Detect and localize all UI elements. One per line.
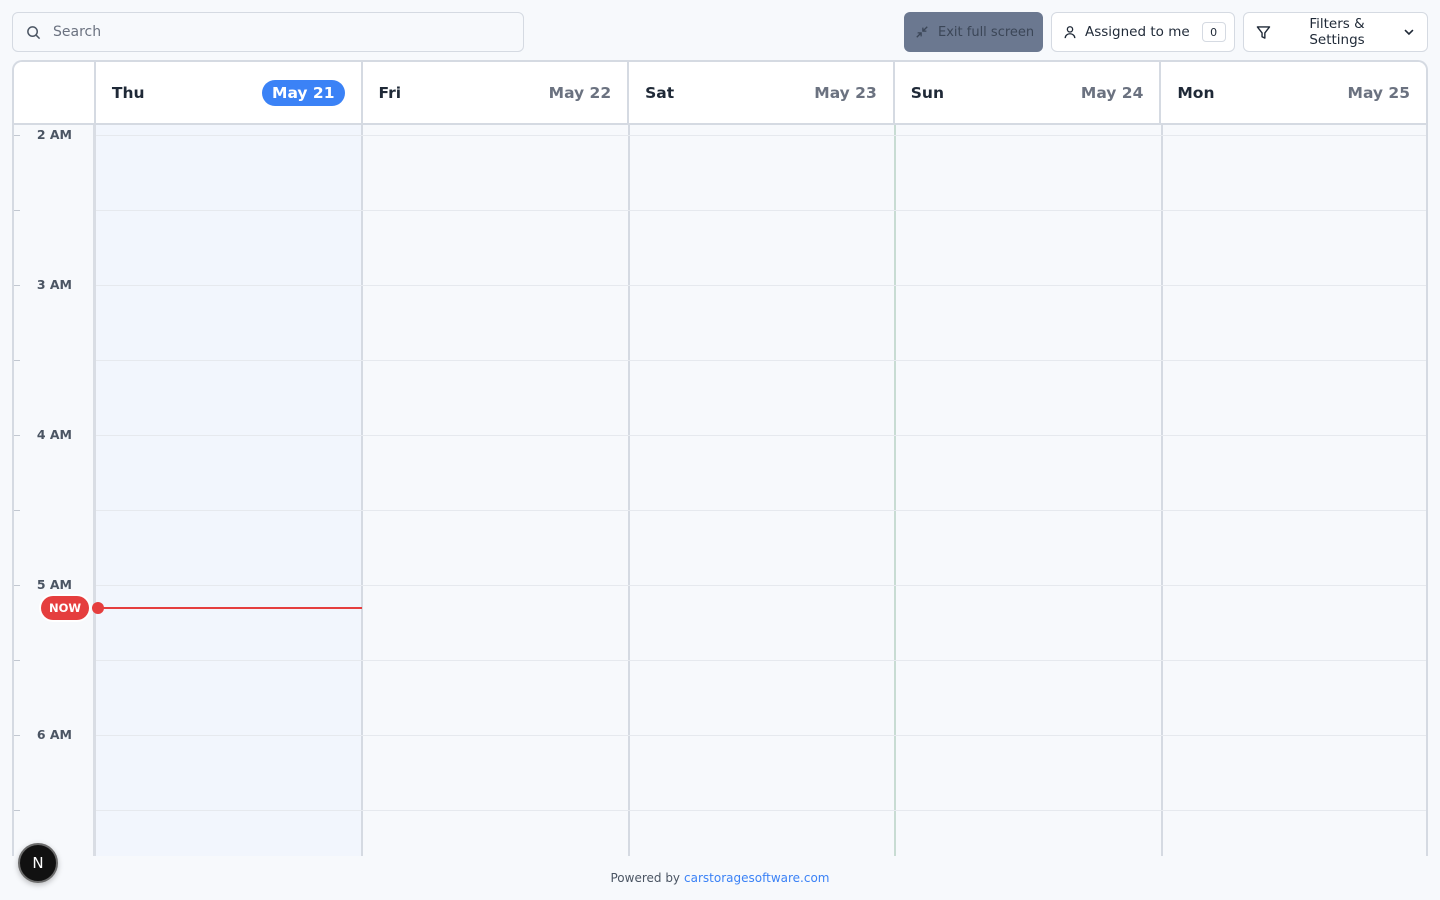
assigned-label: Assigned to me: [1085, 24, 1190, 40]
filters-settings-button[interactable]: Filters & Settings: [1243, 12, 1428, 52]
hour-label: 6 AM: [36, 727, 72, 742]
grid-tick: [14, 810, 20, 811]
footer: Powered by carstoragesoftware.com: [0, 856, 1440, 900]
hour-label: 5 AM: [36, 577, 72, 592]
day-header-2[interactable]: Sat May 23: [629, 62, 895, 123]
powered-by-text: Powered by: [610, 871, 681, 885]
day-column-4[interactable]: [1163, 125, 1426, 856]
chevron-down-icon: [1404, 29, 1414, 36]
hour-label: 3 AM: [36, 277, 72, 292]
grid-line: [96, 135, 1426, 136]
grid-tick: [14, 135, 20, 136]
filters-label: Filters & Settings: [1309, 16, 1365, 48]
day-name: Sat: [645, 83, 675, 102]
assigned-to-me-button[interactable]: Assigned to me 0: [1051, 12, 1235, 52]
assigned-count-badge: 0: [1201, 22, 1226, 42]
day-header-3[interactable]: Sun May 24: [895, 62, 1162, 123]
exit-fullscreen-button[interactable]: Exit full screen: [904, 12, 1043, 52]
user-icon: [1064, 26, 1076, 39]
day-column-3[interactable]: [896, 125, 1163, 856]
hour-label: 2 AM: [36, 127, 72, 142]
grid-line: [96, 360, 1426, 361]
day-name: Fri: [378, 83, 402, 102]
day-date: May 25: [1347, 83, 1410, 102]
grid-tick: [14, 435, 20, 436]
header-gutter: [14, 62, 96, 123]
grid-line: [96, 285, 1426, 286]
filter-icon: [1256, 25, 1271, 39]
now-indicator-dot: [92, 602, 104, 614]
calendar-header: Thu May 21 Fri May 22 Sat May 23 Sun May 24 Mon M…: [14, 62, 1426, 125]
search-input[interactable]: [53, 24, 493, 40]
grid-tick: [14, 210, 20, 211]
search-box[interactable]: [12, 12, 524, 52]
day-header-1[interactable]: Fri May 22: [363, 62, 630, 123]
grid-tick: [14, 735, 20, 736]
day-column-0[interactable]: [96, 125, 363, 856]
grid-line: [96, 735, 1426, 736]
grid-tick: [14, 360, 20, 361]
day-name: Mon: [1177, 83, 1215, 102]
grid-tick: [14, 285, 20, 286]
grid-line: [96, 660, 1426, 661]
day-header-4[interactable]: Mon May 25: [1161, 62, 1426, 123]
grid-line: [96, 435, 1426, 436]
grid-tick: [14, 660, 20, 661]
grid-line: [96, 585, 1426, 586]
day-date: May 24: [1080, 83, 1144, 102]
grid-line: [96, 810, 1426, 811]
powered-by-link[interactable]: carstoragesoftware.com: [684, 871, 829, 885]
now-badge: NOW: [41, 596, 89, 620]
now-indicator-line: [98, 607, 362, 609]
avatar[interactable]: N: [18, 843, 58, 883]
day-column-2[interactable]: [630, 125, 896, 856]
grid-line: [96, 510, 1426, 511]
today-date-badge: May 21: [262, 79, 345, 106]
day-name: Sun: [910, 83, 944, 102]
calendar-body: 2 AM 3 AM 4 AM 5 AM 6 AM NOW: [14, 125, 1426, 856]
grid-line: [96, 210, 1426, 211]
grid-tick: [14, 510, 20, 511]
hour-label: 4 AM: [36, 427, 72, 442]
day-date: May 22: [548, 83, 612, 102]
minimize-icon: [916, 26, 928, 38]
day-header-0[interactable]: Thu May 21: [96, 62, 363, 123]
day-name: Thu: [111, 83, 145, 102]
day-column-1[interactable]: [363, 125, 630, 856]
exit-fullscreen-label: Exit full screen: [938, 24, 1035, 40]
grid-tick: [14, 585, 20, 586]
time-gutter: 2 AM 3 AM 4 AM 5 AM 6 AM: [14, 125, 96, 856]
day-date: May 23: [814, 83, 877, 102]
search-icon: [27, 25, 41, 39]
week-calendar: Thu May 21 Fri May 22 Sat May 23 Sun May 24 Mon M…: [12, 60, 1428, 856]
